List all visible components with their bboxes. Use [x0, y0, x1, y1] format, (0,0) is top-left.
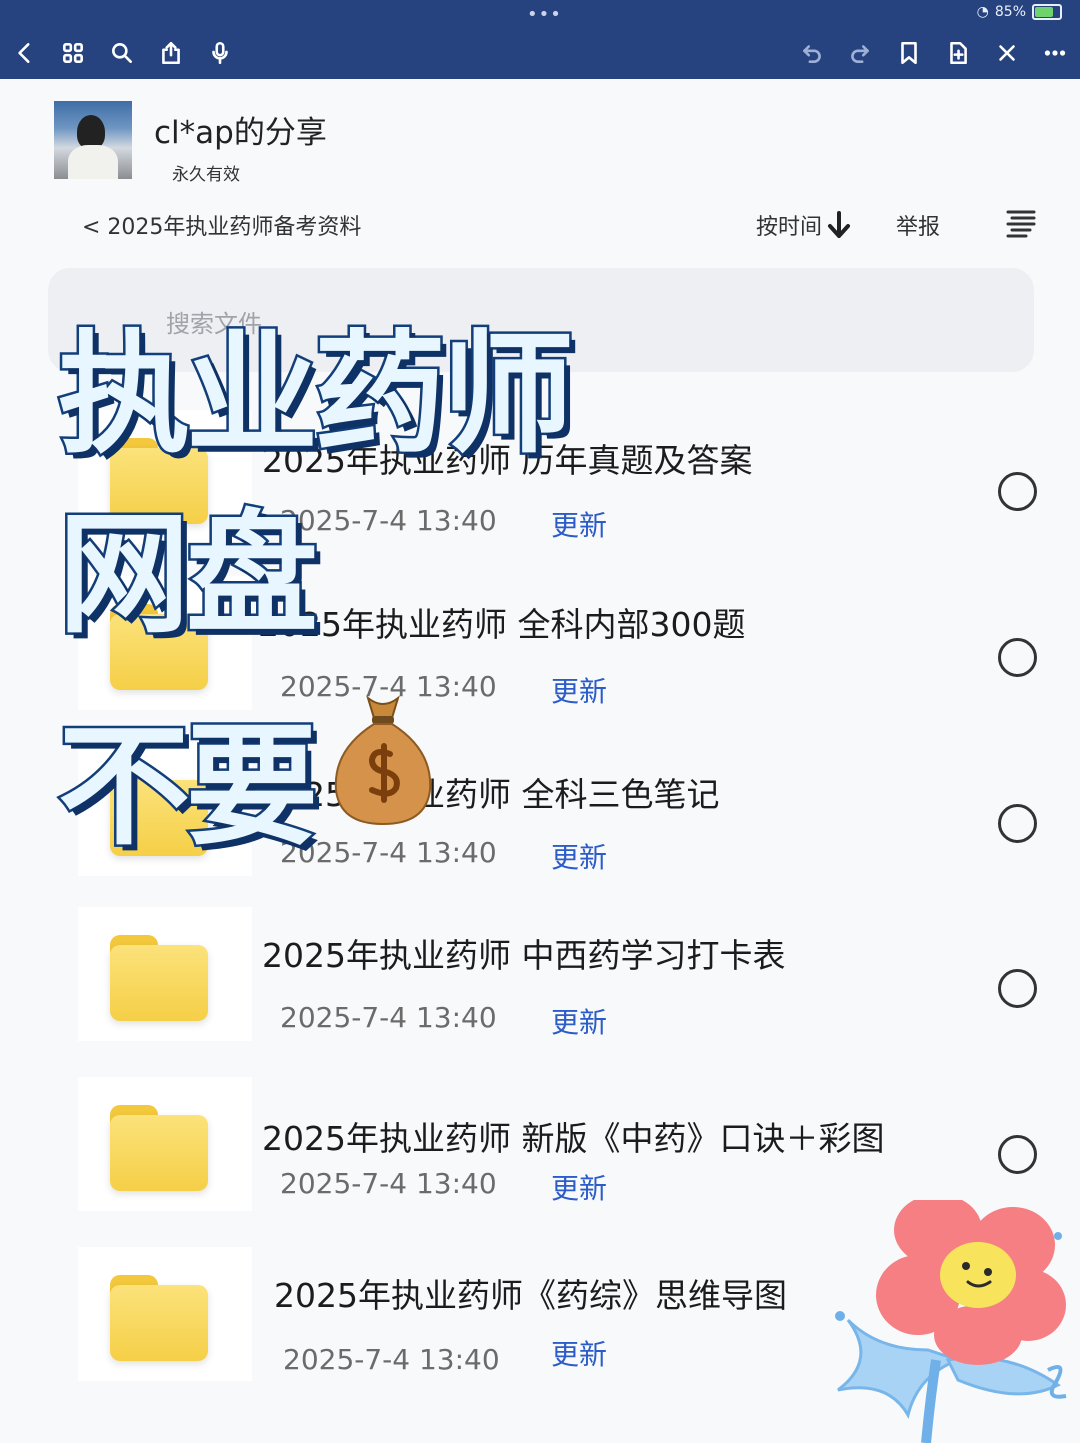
file-date: 2025-7-4 13:40	[280, 1001, 497, 1034]
file-status: 更新	[551, 509, 608, 542]
grid-icon[interactable]	[56, 36, 90, 70]
money-bag-icon	[334, 695, 432, 826]
back-icon[interactable]	[8, 36, 42, 70]
battery-icon	[1032, 4, 1062, 20]
folder-icon	[110, 935, 208, 1021]
folder-icon	[110, 1105, 208, 1191]
share-owner-title: cl*ap的分享	[154, 115, 327, 151]
overlay-title-line2: 网盘	[56, 496, 321, 655]
redo-icon[interactable]	[843, 36, 877, 70]
folder-thumbnail	[78, 907, 252, 1041]
report-button[interactable]: 举报	[896, 209, 940, 241]
breadcrumb[interactable]: < 2025年执业药师备考资料	[82, 209, 361, 241]
folder-thumbnail	[78, 1247, 252, 1381]
file-status: 更新	[551, 675, 608, 708]
select-radio[interactable]	[998, 472, 1037, 511]
select-radio[interactable]	[998, 804, 1037, 843]
select-radio[interactable]	[998, 1135, 1037, 1174]
add-page-icon[interactable]	[941, 36, 975, 70]
file-status: 更新	[551, 1172, 608, 1205]
validity-label: 永久有效	[172, 165, 240, 185]
more-icon[interactable]	[1038, 36, 1072, 70]
file-status: 更新	[551, 1338, 608, 1371]
wifi-icon: ◔	[976, 4, 989, 20]
folder-icon	[110, 1275, 208, 1361]
file-row[interactable]: 2025年执业药师 中西药学习打卡表 2025-7-4 13:40 更新	[0, 907, 1080, 1067]
arrow-down-icon	[828, 211, 851, 238]
battery-text: 85%	[994, 4, 1026, 20]
overlay-title-line3: 不要	[56, 708, 321, 867]
sort-by-time-button[interactable]: 按时间	[756, 209, 852, 241]
folder-thumbnail	[78, 1077, 252, 1211]
file-date: 2025-7-4 13:40	[283, 1343, 500, 1376]
file-date: 2025-7-4 13:40	[280, 1167, 497, 1200]
avatar[interactable]	[54, 101, 132, 179]
file-status: 更新	[551, 1006, 608, 1039]
search-icon[interactable]	[105, 36, 139, 70]
file-name: 2025年执业药师《药综》思维导图	[274, 1276, 787, 1315]
list-view-icon[interactable]	[1004, 208, 1038, 242]
file-name: 2025年执业药师 全科内部300题	[258, 605, 746, 644]
select-radio[interactable]	[998, 969, 1037, 1008]
file-name: 2025年执业药师 中西药学习打卡表	[262, 936, 786, 975]
undo-icon[interactable]	[795, 36, 829, 70]
more-dots[interactable]: •••	[527, 4, 562, 25]
top-toolbar: ••• ◔ 85%	[0, 0, 1080, 79]
status-indicators: ◔ 85%	[977, 4, 1062, 20]
bookmark-icon[interactable]	[892, 36, 926, 70]
file-status: 更新	[551, 841, 608, 874]
close-icon[interactable]	[990, 36, 1024, 70]
select-radio[interactable]	[998, 638, 1037, 677]
sort-label: 按时间	[756, 215, 823, 240]
mic-icon[interactable]	[203, 36, 237, 70]
overlay-title-line1: 执业药师	[56, 316, 577, 475]
avatar-head	[77, 115, 105, 149]
share-icon[interactable]	[154, 36, 188, 70]
file-name: 2025年执业药师 新版《中药》口诀＋彩图	[262, 1119, 885, 1158]
avatar-body	[68, 145, 118, 179]
flower-sticker-icon	[835, 1200, 1067, 1443]
